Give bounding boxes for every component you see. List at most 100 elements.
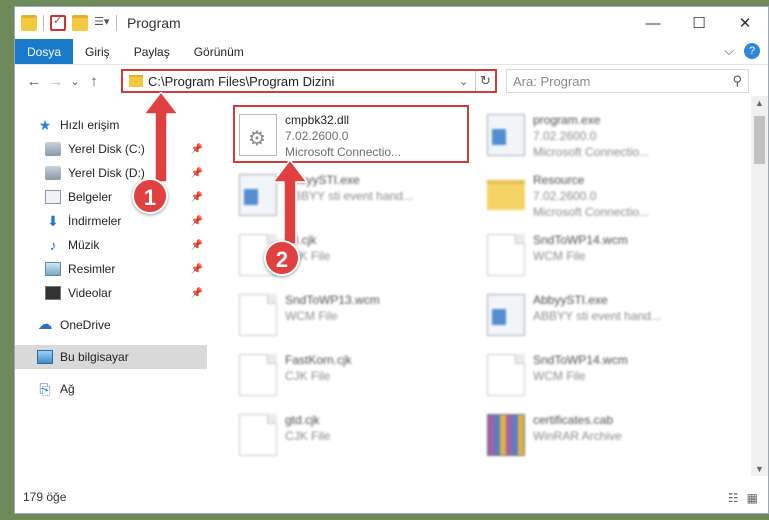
sidebar-item-label: Resimler: [68, 262, 116, 276]
window-controls: — ☐ ✕: [630, 7, 768, 39]
drive-icon: [45, 142, 61, 156]
minimize-button[interactable]: —: [630, 7, 676, 39]
sidebar-item-documents[interactable]: Belgeler 📌: [15, 185, 207, 209]
large-icons-view-icon[interactable]: ▦: [747, 491, 758, 505]
file-name: certificates.cab: [533, 413, 614, 427]
tab-home[interactable]: Giriş: [73, 39, 122, 64]
documents-icon: [45, 190, 61, 204]
file-item[interactable]: AbbyySTI.exe ABBYY sti event hand...: [483, 288, 723, 346]
file-icon: [239, 414, 277, 456]
quick-access-toolbar: ☰▾: [15, 14, 117, 31]
up-button[interactable]: ↑: [83, 73, 105, 90]
pictures-icon: [45, 262, 61, 276]
file-type: WCM File: [533, 249, 586, 263]
music-icon: ♪: [49, 237, 57, 253]
sidebar-item-label: OneDrive: [60, 318, 111, 332]
tab-share[interactable]: Paylaş: [122, 39, 182, 64]
file-version: 7.02.2600.0: [533, 189, 597, 203]
file-name: Resource: [533, 173, 585, 187]
customize-toolbar-icon[interactable]: ☰▾: [94, 15, 110, 31]
file-item[interactable]: AbbyySTI.exe ABBYY sti event hand...: [235, 168, 475, 226]
scroll-up-icon[interactable]: ▲: [751, 98, 768, 108]
computer-icon: [37, 350, 53, 364]
file-item[interactable]: SndToWP14.wcm WCM File: [483, 228, 723, 286]
window-title: Program: [127, 15, 181, 31]
file-name: SndToWP14.wcm: [533, 353, 628, 367]
file-item[interactable]: FastKorn.cjk CJK File: [235, 348, 475, 406]
sidebar-item-videos[interactable]: Videolar 📌: [15, 281, 207, 305]
sidebar-item-label: İndirmeler: [68, 214, 122, 228]
title-bar: ☰▾ Program — ☐ ✕: [15, 7, 768, 39]
file-type: ABBYY sti event hand...: [533, 309, 661, 323]
details-view-icon[interactable]: ☷: [728, 491, 739, 505]
folder-icon: [487, 180, 525, 210]
new-folder-icon[interactable]: [72, 15, 88, 31]
file-name: FastKorn.cjk: [285, 353, 352, 367]
scrollbar-thumb[interactable]: [754, 116, 765, 164]
file-version: 7.02.2600.0: [533, 129, 597, 143]
chevron-down-icon[interactable]: ⌄: [459, 75, 475, 88]
navigation-bar: ← → ⌄ ↑ C:\Program Files\Program Dizini …: [15, 66, 768, 96]
file-item[interactable]: SndToWP13.wcm WCM File: [235, 288, 475, 346]
pin-icon: 📌: [190, 191, 203, 203]
search-box[interactable]: ⚲: [506, 69, 749, 93]
recent-locations-button[interactable]: ⌄: [67, 75, 83, 88]
sidebar-item-network[interactable]: ⎘ Ağ: [15, 377, 207, 401]
file-item[interactable]: Resource 7.02.2600.0 Microsoft Connectio…: [483, 168, 723, 226]
file-type: CJK File: [285, 369, 331, 383]
view-switcher: ☷ ▦: [728, 491, 758, 505]
annotation-marker: 1: [132, 178, 168, 214]
sidebar-item-disk-d[interactable]: Yerel Disk (D:) 📌: [15, 161, 207, 185]
annotation-marker: 2: [264, 240, 300, 276]
sidebar-item-label: Yerel Disk (D:): [68, 166, 145, 180]
file-icon: [239, 294, 277, 336]
status-bar: 179 öğe ☷ ▦: [15, 482, 768, 512]
tab-file[interactable]: Dosya: [15, 39, 74, 64]
ribbon-right-controls: ⌵ ?: [724, 43, 760, 59]
file-item[interactable]: program.exe 7.02.2600.0 Microsoft Connec…: [483, 108, 723, 166]
maximize-button[interactable]: ☐: [676, 7, 722, 39]
vertical-scrollbar[interactable]: ▲ ▼: [751, 96, 768, 476]
sidebar-item-pictures[interactable]: Resimler 📌: [15, 257, 207, 281]
file-icon: [239, 354, 277, 396]
sidebar-item-disk-c[interactable]: Yerel Disk (C:) 📌: [15, 137, 207, 161]
file-name: SndToWP13.wcm: [285, 293, 380, 307]
search-icon[interactable]: ⚲: [732, 73, 742, 89]
file-name: SndToWP14.wcm: [533, 233, 628, 247]
sidebar-item-music[interactable]: ♪ Müzik 📌: [15, 233, 207, 257]
sidebar-item-label: Müzik: [68, 238, 100, 252]
file-name: gtd.cjk: [285, 413, 320, 427]
file-item[interactable]: gtd.cjk CJK File: [235, 408, 475, 466]
file-name: AbbyySTI.exe: [533, 293, 608, 307]
sidebar-item-this-pc[interactable]: Bu bilgisayar: [15, 345, 207, 369]
star-icon: ★: [38, 117, 52, 133]
file-item[interactable]: SndToWP14.wcm WCM File: [483, 348, 723, 406]
sidebar-item-label: Belgeler: [68, 190, 113, 204]
properties-icon[interactable]: [50, 14, 66, 31]
toolbar-divider: [43, 15, 44, 31]
search-input[interactable]: [513, 73, 733, 89]
expand-ribbon-icon[interactable]: ⌵: [724, 43, 734, 59]
file-type: CJK File: [285, 429, 331, 443]
back-button[interactable]: ←: [23, 73, 45, 90]
folder-icon[interactable]: [21, 15, 37, 31]
downloads-icon: ⬇: [47, 213, 59, 229]
help-icon[interactable]: ?: [744, 43, 760, 59]
forward-button[interactable]: →: [45, 73, 67, 90]
sidebar-item-label: Hızlı erişim: [60, 118, 120, 132]
file-type: WCM File: [533, 369, 586, 383]
sidebar-item-quick-access[interactable]: ★ Hızlı erişim: [15, 113, 207, 137]
videos-icon: [45, 286, 61, 300]
address-path[interactable]: C:\Program Files\Program Dizini: [148, 74, 459, 89]
refresh-icon[interactable]: ↻: [475, 71, 495, 91]
scroll-down-icon[interactable]: ▼: [751, 464, 768, 474]
address-bar[interactable]: C:\Program Files\Program Dizini ⌄ ↻: [121, 69, 497, 93]
sidebar-item-downloads[interactable]: ⬇ İndirmeler 📌: [15, 209, 207, 233]
archive-icon: [487, 414, 525, 456]
file-item[interactable]: certificates.cab WinRAR Archive: [483, 408, 723, 466]
sidebar-item-onedrive[interactable]: ☁ OneDrive: [15, 313, 207, 337]
toolbar-divider: [116, 15, 117, 31]
tab-view[interactable]: Görünüm: [182, 39, 256, 64]
annotation-arrow: [144, 92, 178, 182]
close-button[interactable]: ✕: [722, 7, 768, 39]
